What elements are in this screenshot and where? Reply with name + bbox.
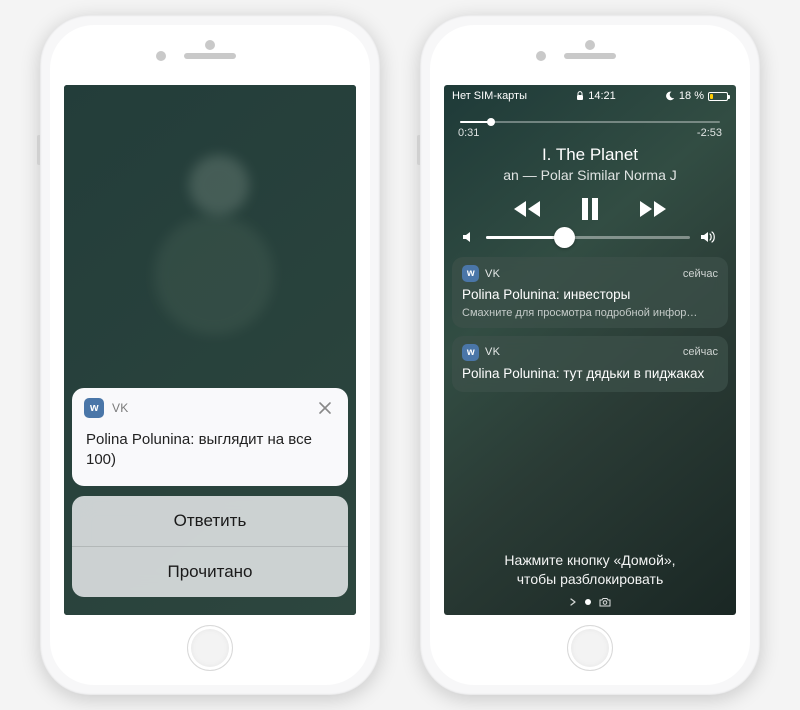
volume-high-icon — [700, 231, 718, 243]
notification-card[interactable]: w VK Polina Polunina: выглядит на все 10… — [72, 388, 348, 487]
notification-card[interactable]: w VK сейчас Polina Polunina: тут дядьки … — [452, 336, 728, 392]
screen: w VK Polina Polunina: выглядит на все 10… — [64, 85, 356, 615]
forward-button[interactable] — [638, 199, 668, 219]
mark-read-button[interactable]: Прочитано — [72, 546, 348, 597]
track-title: I. The Planet — [458, 145, 722, 165]
front-camera — [585, 40, 595, 50]
battery-pct-label: 18 % — [679, 90, 704, 102]
camera-icon[interactable] — [599, 597, 611, 607]
notification-message: Polina Polunina: тут дядьки в пиджаках — [462, 366, 718, 383]
earpiece — [184, 53, 236, 59]
page-indicator[interactable] — [444, 597, 736, 607]
notification-card[interactable]: w VK сейчас Polina Polunina: инвесторы С… — [452, 257, 728, 328]
volume-slider[interactable] — [486, 236, 690, 239]
app-name-label: VK — [112, 401, 306, 415]
lock-screen: Нет SIM-карты 14:21 18 % — [444, 85, 736, 615]
scrubber[interactable] — [460, 121, 720, 123]
notification-action-sheet: w VK Polina Polunina: выглядит на все 10… — [72, 388, 348, 598]
phone-left: w VK Polina Polunina: выглядит на все 10… — [40, 15, 380, 695]
front-camera — [205, 40, 215, 50]
remaining-time: -2:53 — [697, 127, 722, 139]
dnd-moon-icon — [665, 91, 675, 101]
proximity-sensor — [156, 51, 166, 61]
notification-message: Polina Polunina: выглядит на все 100) — [72, 426, 348, 487]
lock-icon — [576, 91, 584, 101]
page-dot — [585, 599, 591, 605]
elapsed-time: 0:31 — [458, 127, 479, 139]
phone-right: Нет SIM-карты 14:21 18 % — [420, 15, 760, 695]
home-button[interactable] — [567, 625, 613, 671]
earpiece — [564, 53, 616, 59]
close-icon[interactable] — [314, 399, 336, 417]
proximity-sensor — [536, 51, 546, 61]
vk-app-icon: w — [462, 344, 479, 361]
app-name-label: VK — [485, 346, 677, 358]
music-player: 0:31 -2:53 I. The Planet an — Polar Simi… — [444, 105, 736, 257]
phone-bezel: w VK Polina Polunina: выглядит на все 10… — [50, 25, 370, 685]
vk-app-icon: w — [462, 265, 479, 282]
pause-button[interactable] — [580, 197, 600, 221]
status-bar: Нет SIM-карты 14:21 18 % — [444, 85, 736, 105]
phone-bezel: Нет SIM-карты 14:21 18 % — [430, 25, 750, 685]
rewind-button[interactable] — [512, 199, 542, 219]
clock-label: 14:21 — [588, 90, 616, 102]
notification-list: w VK сейчас Polina Polunina: инвесторы С… — [444, 257, 736, 392]
notification-message: Polina Polunina: инвесторы — [462, 287, 718, 304]
notification-time: сейчас — [683, 346, 718, 358]
track-subtitle: an — Polar Similar Norma J — [458, 167, 722, 183]
app-name-label: VK — [485, 268, 677, 280]
action-buttons: Ответить Прочитано — [72, 496, 348, 597]
reply-button[interactable]: Ответить — [72, 496, 348, 546]
chevron-right-icon — [569, 598, 577, 606]
vk-app-icon: w — [84, 398, 104, 418]
home-button[interactable] — [187, 625, 233, 671]
volume-low-icon — [462, 231, 476, 243]
carrier-label: Нет SIM-карты — [452, 90, 527, 102]
unlock-hint: Нажмите кнопку «Домой», чтобы разблокиро… — [444, 551, 736, 589]
notification-time: сейчас — [683, 268, 718, 280]
battery-icon — [708, 92, 728, 101]
notification-hint: Смахните для просмотра подробной инфор… — [462, 307, 718, 319]
